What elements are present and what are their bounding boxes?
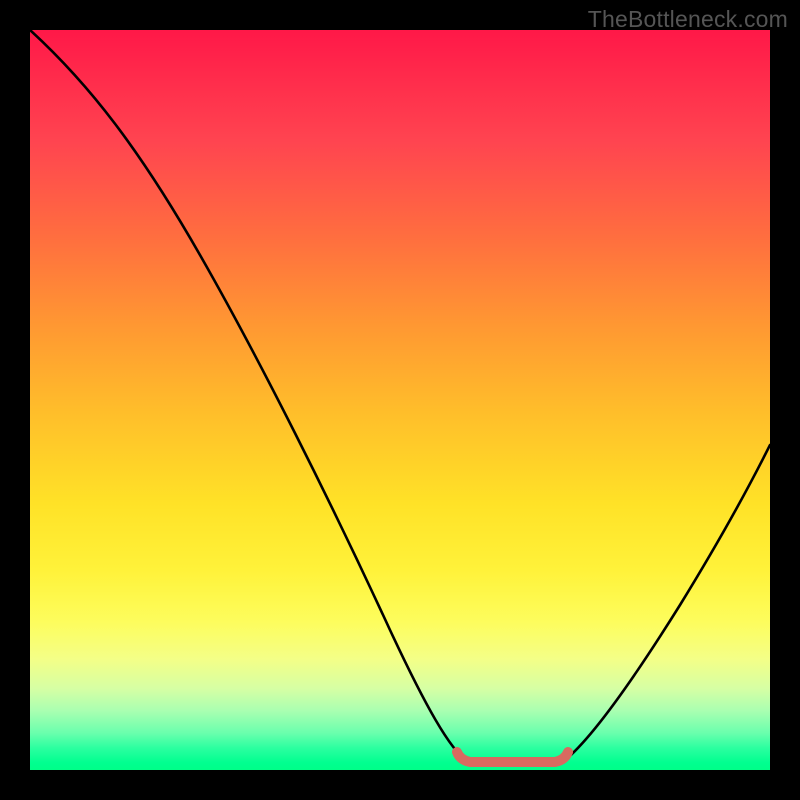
chart-frame: TheBottleneck.com <box>0 0 800 800</box>
curve-layer <box>30 30 770 770</box>
plot-area <box>30 30 770 770</box>
watermark-text: TheBottleneck.com <box>588 6 788 33</box>
bottleneck-curve <box>30 30 770 764</box>
flat-segment-marker <box>457 752 568 762</box>
